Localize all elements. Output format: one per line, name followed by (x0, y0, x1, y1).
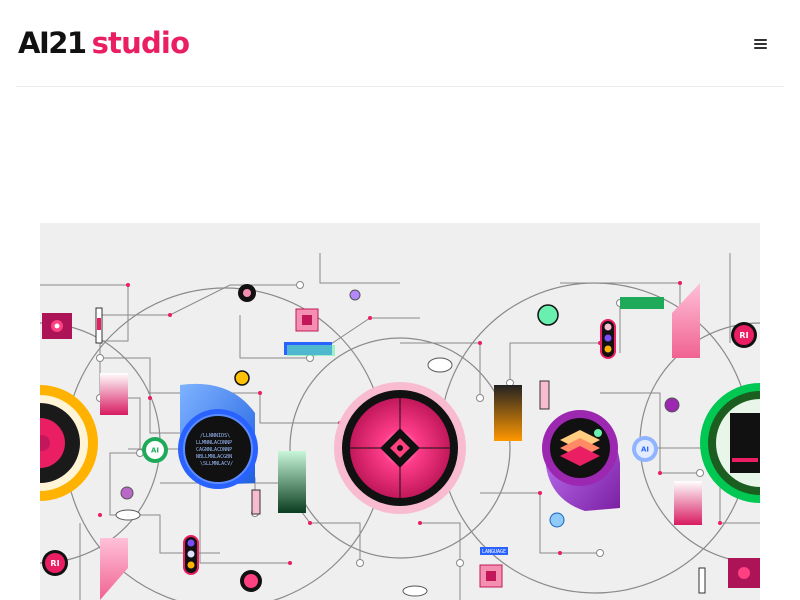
pink-vertical-chip-right (539, 380, 550, 410)
green-node (537, 304, 559, 326)
orange-gradient-stack (494, 385, 522, 441)
purple-node-left (120, 486, 134, 500)
blue-terminal-node: /LLNNNIDS\ LLMNNLACDNNP CAGNNLACDNNP NBL… (178, 383, 258, 489)
ri-badge-top: RI (731, 322, 757, 348)
svg-text:\SLLMNLACV/: \SLLMNLACV/ (200, 461, 233, 467)
logo-studio-text: studio (91, 26, 190, 60)
svg-text:/LLNNNIDS\: /LLNNNIDS\ (200, 433, 230, 439)
chip-pink-square (295, 308, 319, 332)
traffic-light-left (183, 535, 199, 575)
pink-bar-left (100, 538, 128, 600)
green-gradient-stack (278, 451, 306, 513)
oval-label-left (115, 509, 141, 521)
svg-text:NBLLMNLACGBN: NBLLMNLACGBN (196, 454, 232, 460)
pink-vertical-chip (251, 489, 261, 515)
small-vertical-bar-right (698, 567, 706, 594)
header-divider (16, 86, 784, 87)
pink-target-node (334, 382, 466, 514)
purple-node-right (664, 397, 680, 413)
chip-bottom-square (479, 564, 503, 588)
hero-illustration: /LLNNNIDS\ LLMNNLACDNNP CAGNNLACDNNP NBL… (40, 223, 760, 600)
oval-label-bottom (402, 585, 428, 597)
pink-gradient-stack (100, 373, 128, 415)
small-vertical-bar-fill (97, 318, 101, 330)
blue-label-shadow (287, 345, 335, 356)
chip-top-left (42, 313, 72, 339)
ai-badge-left-label: AI (151, 447, 159, 455)
svg-text:CAGNNLACDNNP: CAGNNLACDNNP (196, 447, 232, 453)
green-text-ring (700, 383, 760, 503)
chip-right-bottom (728, 558, 760, 588)
pink-gradient-stack-right (674, 481, 702, 525)
ai-badge-right-label: AI (641, 446, 649, 454)
circuit-artwork: /LLNNNIDS\ LLMNNLACDNNP CAGNNLACDNNP NBL… (40, 253, 760, 600)
yellow-text-ring (40, 385, 98, 501)
ri-badge-bottom-label: RI (50, 559, 59, 568)
purple-layers-node (542, 410, 620, 511)
hamburger-menu-icon[interactable] (750, 35, 774, 53)
yellow-node (234, 370, 250, 386)
menu-bar (754, 39, 767, 41)
ai21-studio-logo[interactable]: AI21 studio (18, 26, 190, 62)
black-node-core (243, 289, 251, 297)
oval-label-top (427, 357, 453, 373)
language-chip-label: LANGUAGE (482, 549, 506, 555)
traffic-light-right (600, 319, 616, 359)
svg-text:LLMNNLACDNNP: LLMNNLACDNNP (196, 440, 232, 446)
site-header: AI21 studio (0, 0, 800, 86)
light-blue-node (549, 512, 565, 528)
ai-badge-left: AI (142, 437, 168, 463)
ai-badge-right: AI (632, 436, 658, 462)
menu-bar (754, 47, 767, 49)
ri-badge-top-label: RI (739, 331, 748, 340)
green-label-chip (620, 297, 664, 309)
ri-badge-bottom: RI (42, 550, 68, 576)
lilac-node (349, 289, 361, 301)
logo-ai21-text: AI21 (18, 26, 87, 60)
pink-bar-right (672, 283, 700, 358)
pink-eye-node-core (244, 574, 258, 588)
menu-bar (754, 43, 767, 45)
